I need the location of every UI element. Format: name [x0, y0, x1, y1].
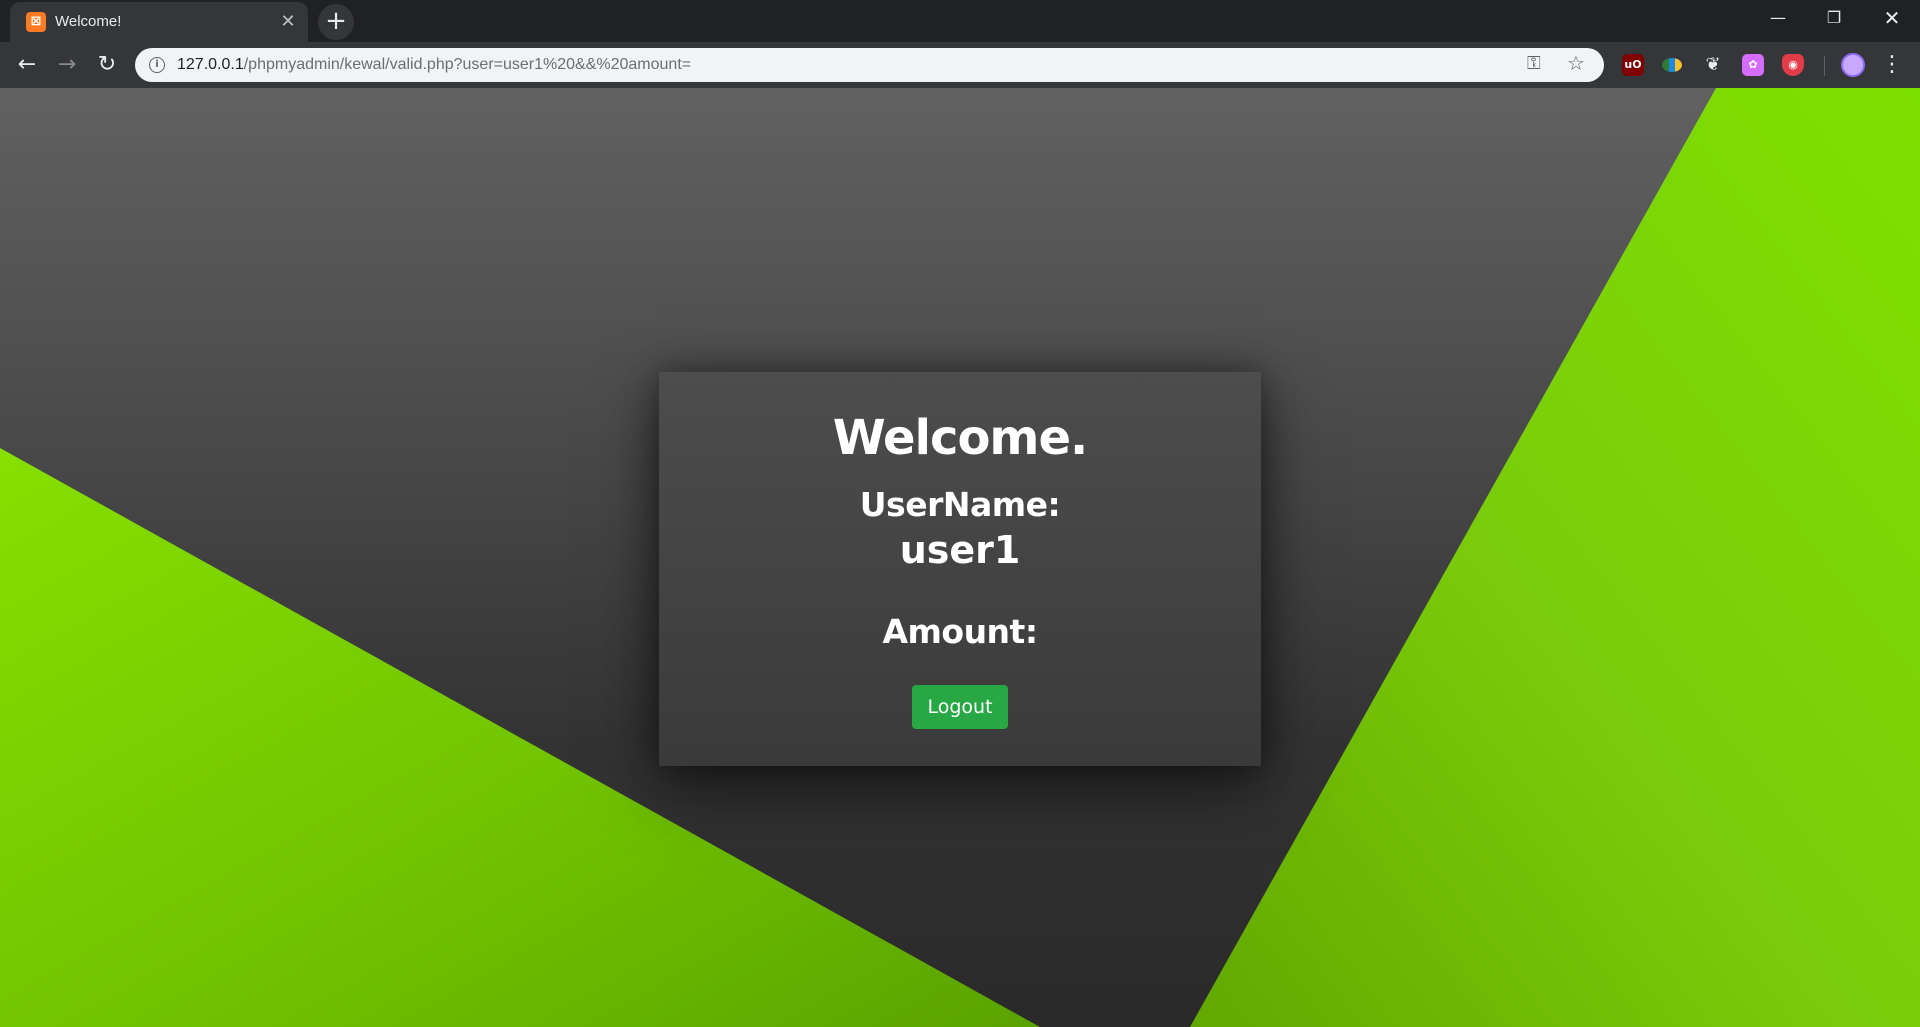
shield-extension-icon[interactable]: ◉	[1782, 54, 1804, 76]
logout-button[interactable]: Logout	[912, 685, 1008, 729]
profile-avatar[interactable]	[1841, 53, 1865, 77]
reload-button[interactable]: ↻	[92, 50, 122, 80]
back-button[interactable]: ←	[12, 50, 42, 80]
tab-strip: ⊠ Welcome! ✕ + — ❐ ✕	[0, 0, 1920, 42]
username-value: user1	[899, 528, 1021, 572]
new-tab-button[interactable]: +	[318, 4, 354, 40]
url-path: /phpmyadmin/kewal/valid.php?user=user1%2…	[243, 56, 692, 73]
minimize-button[interactable]: —	[1750, 0, 1806, 38]
url-text[interactable]: 127.0.0.1/phpmyadmin/kewal/valid.php?use…	[177, 56, 691, 74]
url-host: 127.0.0.1	[177, 56, 244, 73]
address-bar[interactable]: i 127.0.0.1/phpmyadmin/kewal/valid.php?u…	[135, 48, 1604, 82]
bookmark-star-icon[interactable]: ☆	[1567, 51, 1585, 75]
tab-close-icon[interactable]: ✕	[276, 10, 300, 34]
toolbar-divider	[1824, 56, 1825, 76]
amount-label: Amount:	[882, 612, 1038, 651]
menu-dots-icon[interactable]: ⋮	[1880, 50, 1904, 80]
forward-button[interactable]: →	[52, 50, 82, 80]
paw-extension-icon[interactable]: ❦	[1702, 54, 1724, 76]
info-icon[interactable]: i	[149, 57, 165, 73]
page-viewport: Welcome. UserName: user1 Amount: Logout	[0, 88, 1920, 1027]
welcome-card: Welcome. UserName: user1 Amount: Logout	[659, 372, 1261, 766]
browser-toolbar: ← → ↻ i 127.0.0.1/phpmyadmin/kewal/valid…	[0, 42, 1920, 88]
restore-button[interactable]: ❐	[1806, 0, 1862, 38]
purple-extension-icon[interactable]: ✿	[1742, 54, 1764, 76]
username-label: UserName:	[859, 485, 1061, 524]
green-right-shape	[1190, 88, 1920, 1027]
browser-tab[interactable]: ⊠ Welcome! ✕	[10, 2, 308, 42]
xampp-icon: ⊠	[26, 12, 46, 32]
globe-extension-icon[interactable]	[1662, 54, 1684, 76]
tab-title: Welcome!	[55, 13, 122, 30]
key-icon[interactable]: ⚿	[1527, 53, 1541, 74]
ublock-origin-icon[interactable]: uO	[1622, 54, 1644, 76]
page-title: Welcome.	[832, 410, 1088, 466]
close-window-button[interactable]: ✕	[1864, 0, 1920, 38]
